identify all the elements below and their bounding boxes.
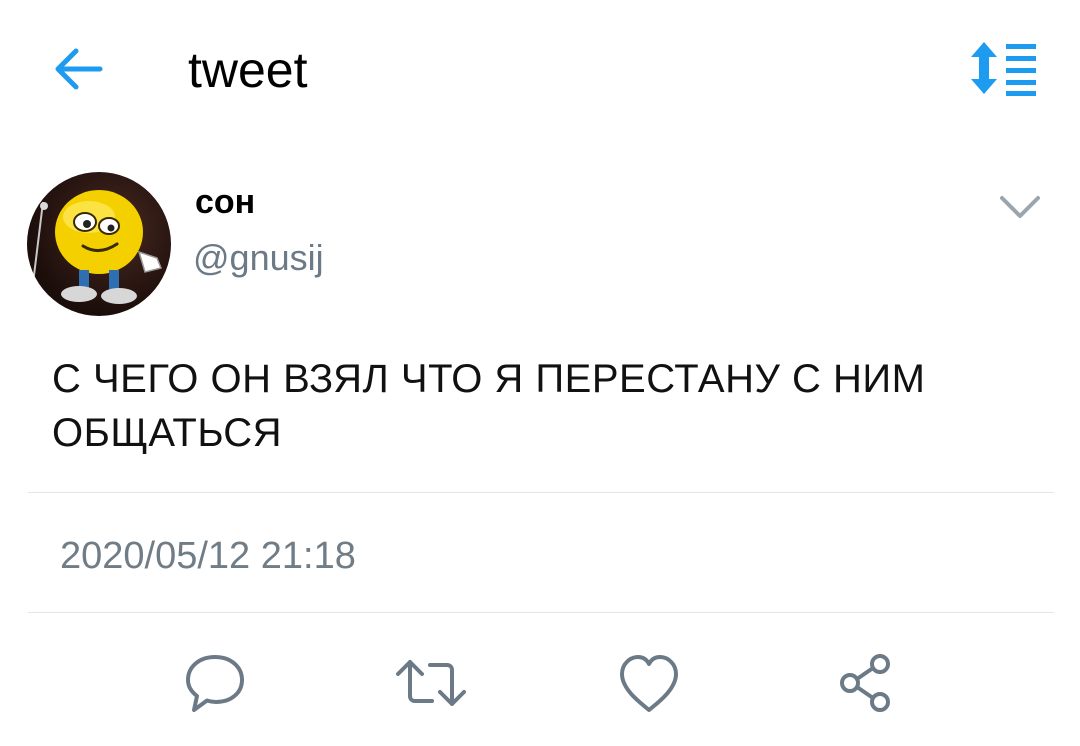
divider xyxy=(28,612,1054,613)
top-bar: tweet xyxy=(0,0,1080,140)
back-button[interactable] xyxy=(50,46,104,92)
timestamp: 2020/05/12 21:18 xyxy=(60,535,356,577)
share-button[interactable] xyxy=(830,648,900,718)
chevron-down-icon xyxy=(1000,196,1040,218)
retweet-button[interactable] xyxy=(396,648,466,718)
reply-button[interactable] xyxy=(180,648,250,718)
like-button[interactable] xyxy=(614,648,684,718)
smiley-avatar-icon xyxy=(28,190,163,316)
page-title: tweet xyxy=(188,42,308,98)
tweet-text: С ЧЕГО ОН ВЗЯЛ ЧТО Я ПЕРЕСТАНУ С НИМ ОБЩ… xyxy=(52,357,926,455)
avatar[interactable] xyxy=(27,172,171,316)
reply-icon xyxy=(186,655,244,712)
divider xyxy=(28,492,1054,493)
arrow-left-icon xyxy=(55,48,103,90)
sort-button[interactable] xyxy=(966,40,1040,96)
display-name[interactable]: сон xyxy=(195,180,255,224)
retweet-icon xyxy=(396,660,466,706)
user-handle[interactable]: @gnusij xyxy=(193,235,324,281)
sort-list-icon xyxy=(971,42,1036,96)
heart-icon xyxy=(620,655,678,712)
more-options-button[interactable] xyxy=(996,188,1044,224)
share-icon xyxy=(840,654,890,712)
